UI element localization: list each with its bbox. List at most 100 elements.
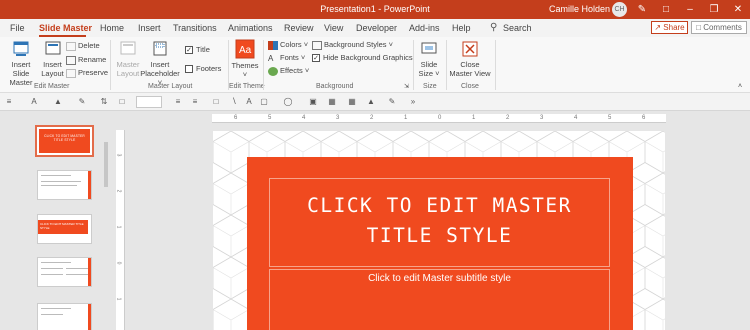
thumbnail-layout-3[interactable]: [37, 257, 92, 287]
preserve-button[interactable]: Preserve: [66, 68, 108, 78]
align-icon[interactable]: ≡: [3, 97, 15, 107]
user-name[interactable]: Camille Holden: [549, 4, 610, 14]
font-size-field[interactable]: [136, 96, 162, 108]
thumbnail-slide-master[interactable]: CLICK TO EDIT MASTER TITLE STYLE: [35, 125, 94, 157]
tab-help[interactable]: Help: [452, 23, 471, 33]
tab-animations[interactable]: Animations: [228, 23, 273, 33]
ribbon-separator: [446, 40, 447, 90]
thumbnail-master-title: CLICK TO EDIT MASTER TITLE STYLE: [39, 129, 90, 153]
outline-icon[interactable]: ✎: [76, 97, 88, 107]
text-style-icon[interactable]: A: [28, 97, 40, 107]
colors-icon: [268, 40, 278, 50]
slide-size-button[interactable]: Slide Size ˅: [416, 40, 442, 78]
ruler-tick-label: 3: [336, 115, 340, 121]
image-icon[interactable]: ▲: [365, 97, 377, 107]
insert-slide-master-button[interactable]: Insert Slide Master: [4, 40, 38, 87]
ribbon-separator: [495, 40, 496, 90]
rectangle-icon[interactable]: □: [210, 97, 222, 107]
title-check-icon: ✓: [185, 46, 193, 55]
share-button[interactable]: ↗ Share: [651, 21, 688, 34]
minimize-icon[interactable]: –: [682, 2, 698, 17]
themes-button[interactable]: Aa Themes ˅: [231, 39, 259, 79]
arrange-icon[interactable]: ⇅: [98, 97, 110, 107]
effects-icon[interactable]: ◯: [282, 97, 294, 107]
thumbnail-scrollbar[interactable]: [104, 142, 108, 187]
tab-view[interactable]: View: [324, 23, 343, 33]
insert-placeholder-icon: [153, 41, 167, 56]
tab-developer[interactable]: Developer: [356, 23, 397, 33]
share-label: Share: [663, 23, 685, 32]
shape-fill-icon[interactable]: ▢: [258, 97, 270, 107]
preserve-label: Preserve: [78, 68, 109, 77]
fonts-button[interactable]: A Fonts ˅: [268, 53, 305, 63]
picture-icon[interactable]: ▣: [307, 97, 319, 107]
background-styles-button[interactable]: Background Styles ˅: [312, 40, 393, 50]
avatar[interactable]: CH: [612, 2, 627, 17]
grid-icon[interactable]: ▦: [326, 97, 338, 107]
insert-layout-button[interactable]: Insert Layout: [40, 40, 65, 78]
delete-button[interactable]: Delete: [66, 41, 100, 51]
group-label-size: Size: [423, 83, 437, 90]
title-checkbox[interactable]: ✓ Title: [185, 45, 210, 55]
crop-icon[interactable]: ▦: [346, 97, 358, 107]
colors-button[interactable]: Colors ˅: [268, 40, 308, 50]
colors-label: Colors: [280, 40, 302, 49]
more-icon[interactable]: »: [407, 97, 419, 107]
title-placeholder[interactable]: CLICK TO EDIT MASTER TITLE STYLE: [269, 178, 610, 267]
collapse-ribbon-icon[interactable]: ˄: [738, 82, 742, 92]
ribbon-display-icon[interactable]: □: [658, 2, 674, 17]
ribbon-separator: [263, 40, 264, 90]
background-styles-label: Background Styles: [324, 40, 387, 49]
comments-button[interactable]: □ Comments: [691, 21, 747, 34]
tab-home[interactable]: Home: [100, 23, 124, 33]
themes-label: Themes: [231, 61, 259, 70]
line-icon[interactable]: ∖: [228, 97, 240, 107]
list-icon[interactable]: ≡: [172, 97, 184, 107]
tab-insert[interactable]: Insert: [138, 23, 161, 33]
ribbon-tabs: File Slide Master Home Insert Transition…: [0, 19, 750, 37]
subtitle-placeholder[interactable]: Click to edit Master subtitle style: [269, 269, 610, 330]
ruler-tick-label: 2: [370, 115, 374, 121]
rename-button[interactable]: Rename: [66, 55, 106, 65]
rename-label: Rename: [78, 55, 107, 64]
fonts-icon: A: [268, 53, 274, 63]
preserve-icon: [66, 68, 76, 78]
tab-file[interactable]: File: [10, 23, 25, 33]
pen-icon[interactable]: ✎: [634, 2, 650, 17]
slide-master-canvas[interactable]: CLICK TO EDIT MASTER TITLE STYLE Click t…: [213, 131, 665, 330]
tab-review[interactable]: Review: [284, 23, 314, 33]
restore-icon[interactable]: ❐: [706, 2, 722, 17]
close-icon[interactable]: ✕: [730, 2, 746, 17]
ruler-tick-label: 4: [574, 115, 578, 121]
tab-slide-master[interactable]: Slide Master: [39, 23, 92, 33]
ruler-tick-label: 6: [234, 115, 238, 121]
background-dialog-launcher-icon[interactable]: ⇲: [404, 82, 409, 92]
master-layout-icon: [120, 41, 136, 55]
master-layout-button[interactable]: Master Layout: [114, 40, 142, 78]
slide-thumbnail-pane[interactable]: CLICK TO EDIT MASTER TITLE STYLE CLICK T…: [0, 112, 112, 330]
search-box[interactable]: Search: [503, 23, 532, 33]
vertical-ruler: 3 2 1 0 1: [115, 130, 125, 330]
ruler-tick-label: 3: [115, 153, 122, 157]
insert-placeholder-button[interactable]: Insert Placeholder ˅: [140, 40, 180, 87]
group-label-master-layout: Master Layout: [148, 83, 193, 90]
tab-transitions[interactable]: Transitions: [173, 23, 217, 33]
hide-background-graphics-checkbox[interactable]: ✓ Hide Background Graphics: [312, 53, 413, 63]
chevron-down-icon: ˅: [242, 70, 248, 79]
fill-icon[interactable]: ▲: [52, 97, 64, 107]
tab-add-ins[interactable]: Add-ins: [409, 23, 440, 33]
effects-icon: [268, 66, 278, 76]
close-master-view-button[interactable]: Close Master View: [449, 40, 491, 78]
footers-checkbox[interactable]: Footers: [185, 64, 221, 74]
thumbnail-layout-1[interactable]: [37, 170, 92, 200]
search-icon[interactable]: ⚲: [490, 22, 497, 33]
ruler-tick-label: 0: [438, 115, 442, 121]
thumbnail-layout-4[interactable]: [37, 303, 92, 330]
numbered-list-icon[interactable]: ≡: [189, 97, 201, 107]
effects-button[interactable]: Effects ˅: [268, 66, 309, 76]
shapes-icon[interactable]: □: [116, 97, 128, 107]
ruler-tick-label: 6: [642, 115, 646, 121]
format-painter-icon[interactable]: ✎: [386, 97, 398, 107]
thumbnail-layout-2[interactable]: CLICK TO EDIT MASTER TITLE STYLE: [37, 214, 92, 244]
text-box-icon[interactable]: A: [243, 97, 255, 107]
